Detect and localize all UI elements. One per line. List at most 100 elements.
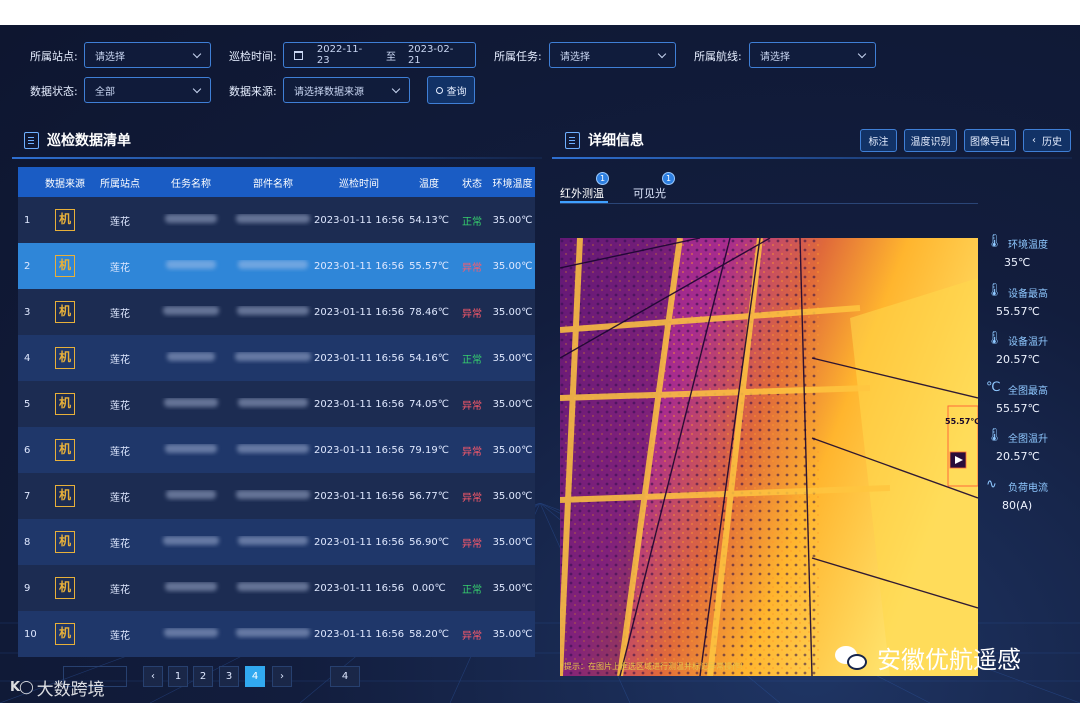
table-header: 数据来源 所属站点 任务名称 部件名称 巡检时间 温度 状态 环境温度 bbox=[18, 167, 535, 197]
task-name-cell bbox=[150, 490, 232, 502]
list-title: 巡检数据清单 bbox=[47, 133, 131, 149]
temperature-cell: 79.19℃ bbox=[409, 444, 449, 456]
table-row[interactable]: 3 机 莲花 2023-01-11 16:56:... 78.46℃ 异常 35.00℃ bbox=[18, 289, 535, 335]
table-row[interactable]: 4 机 莲花 2023-01-11 16:56:... 54.16℃ 正常 35.00℃ bbox=[18, 335, 535, 381]
status-cell: 异常 bbox=[462, 492, 482, 504]
chevron-left-icon: ‹ bbox=[151, 671, 155, 682]
table-row[interactable]: 9 机 莲花 2023-01-11 16:56:... 0.00℃ 正常 35.00℃ bbox=[18, 565, 535, 611]
redacted-text bbox=[164, 628, 218, 637]
drone-source-icon: 机 bbox=[55, 393, 75, 415]
status-cell: 正常 bbox=[462, 354, 482, 366]
tab-visible[interactable]: 可见光 bbox=[633, 185, 666, 201]
env-temp-cell: 35.00℃ bbox=[492, 260, 533, 272]
drone-source-icon: 机 bbox=[55, 301, 75, 323]
info-value: 20.57℃ bbox=[996, 450, 1040, 463]
redacted-text bbox=[236, 628, 310, 637]
info-value: 80(A) bbox=[1002, 498, 1033, 512]
page-button[interactable]: 1 bbox=[168, 666, 188, 687]
redacted-text bbox=[163, 536, 219, 545]
query-button[interactable]: 查询 bbox=[427, 76, 475, 104]
next-page-button[interactable]: › bbox=[272, 666, 292, 687]
table-row[interactable]: 10 机 莲花 2023-01-11 16:56:... 58.20℃ 异常 35.00℃ bbox=[18, 611, 535, 657]
task-name-cell bbox=[150, 582, 232, 594]
status-cell: 正常 bbox=[462, 584, 482, 596]
redacted-text bbox=[165, 582, 217, 591]
source-select[interactable]: 请选择数据来源 bbox=[283, 77, 410, 103]
table-row[interactable]: 8 机 莲花 2023-01-11 16:56:... 56.90℃ 异常 35.00℃ bbox=[18, 519, 535, 565]
column-header: 数据来源 bbox=[45, 178, 85, 190]
part-name-cell bbox=[232, 582, 314, 594]
date-start: 2022-11-23 bbox=[316, 44, 363, 66]
table-row[interactable]: 7 机 莲花 2023-01-11 16:56:... 56.77℃ 异常 35.00℃ bbox=[18, 473, 535, 519]
part-name-cell bbox=[232, 306, 314, 318]
inspection-time-cell: 2023-01-11 16:56:... bbox=[314, 398, 404, 410]
info-label: 全图温升 bbox=[1008, 434, 1048, 445]
prev-page-button[interactable]: ‹ bbox=[143, 666, 163, 687]
temperature-cell: 74.05℃ bbox=[409, 398, 449, 410]
history-button[interactable]: ‹ 历史 bbox=[1023, 129, 1071, 152]
inspection-time-cell: 2023-01-11 16:56:... bbox=[314, 306, 404, 318]
table-row[interactable]: 2 机 莲花 2023-01-11 16:56:... 55.57℃ 异常 35.00℃ bbox=[18, 243, 535, 289]
info-value: 20.57℃ bbox=[996, 353, 1040, 366]
drone-source-icon: 机 bbox=[55, 531, 75, 553]
goto-page-input[interactable]: 4 bbox=[330, 666, 360, 687]
row-index: 9 bbox=[24, 582, 31, 594]
drone-source-icon: 机 bbox=[55, 439, 75, 461]
history-button-label: 历史 bbox=[1042, 137, 1062, 148]
thermal-image[interactable]: 55.57℃ bbox=[560, 238, 978, 676]
status-cell: 异常 bbox=[462, 400, 482, 412]
page-button[interactable]: 2 bbox=[193, 666, 213, 687]
column-header: 所属站点 bbox=[100, 178, 140, 190]
part-name-cell bbox=[232, 536, 314, 548]
table-row[interactable]: 1 机 莲花 2023-01-11 16:56:... 54.13℃ 正常 35.00℃ bbox=[18, 197, 535, 243]
column-header: 温度 bbox=[419, 178, 439, 190]
task-name-cell bbox=[150, 628, 232, 640]
info-label: 负荷电流 bbox=[1008, 482, 1048, 494]
mark-button[interactable]: 标注 bbox=[860, 129, 897, 152]
info-label: 设备温升 bbox=[1008, 337, 1048, 348]
redacted-text bbox=[238, 398, 308, 407]
info-label: 设备最高 bbox=[1008, 288, 1048, 300]
inspection-time-cell: 2023-01-11 16:56:... bbox=[314, 444, 404, 456]
tab-infrared[interactable]: 红外测温 bbox=[560, 185, 604, 201]
app-window: 所属站点: 请选择 巡检时间: 2022-11-23 至 2023-02-21 … bbox=[0, 25, 1080, 703]
redacted-text bbox=[236, 214, 310, 223]
drone-source-icon: 机 bbox=[55, 347, 75, 369]
redacted-text bbox=[164, 398, 218, 407]
table-row[interactable]: 5 机 莲花 2023-01-11 16:56:... 74.05℃ 异常 35.00℃ bbox=[18, 381, 535, 427]
inspection-time-cell: 2023-01-11 16:56:... bbox=[314, 214, 404, 226]
task-select[interactable]: 请选择 bbox=[549, 42, 676, 68]
status-cell: 异常 bbox=[462, 262, 482, 274]
env-temp-cell: 35.00℃ bbox=[492, 490, 533, 502]
row-index: 7 bbox=[24, 490, 31, 502]
inspection-time-cell: 2023-01-11 16:56:... bbox=[314, 260, 404, 272]
query-button-label: 查询 bbox=[446, 86, 467, 98]
list-header-divider bbox=[12, 157, 542, 159]
temp-recognize-button[interactable]: 温度识别 bbox=[904, 129, 957, 152]
route-select[interactable]: 请选择 bbox=[749, 42, 876, 68]
temperature-cell: 56.90℃ bbox=[409, 536, 449, 548]
page-button[interactable]: 3 bbox=[219, 666, 239, 687]
part-name-cell bbox=[232, 444, 314, 456]
redacted-text bbox=[166, 260, 216, 269]
redacted-text bbox=[237, 306, 309, 315]
env-temp-cell: 35.00℃ bbox=[492, 398, 533, 410]
task-select-value: 请选择 bbox=[560, 51, 590, 63]
row-index: 1 bbox=[24, 214, 31, 226]
status-select[interactable]: 全部 bbox=[84, 77, 211, 103]
tab-visible-badge: 1 bbox=[662, 172, 675, 185]
date-separator: 至 bbox=[385, 51, 396, 63]
watermark-logo-icon: K◯ bbox=[10, 680, 34, 695]
redacted-text bbox=[235, 352, 311, 361]
table-row[interactable]: 6 机 莲花 2023-01-11 16:56:... 79.19℃ 异常 35.00℃ bbox=[18, 427, 535, 473]
station-select[interactable]: 请选择 bbox=[84, 42, 211, 68]
page-button-current[interactable]: 4 bbox=[245, 666, 265, 687]
temperature-cell: 58.20℃ bbox=[409, 628, 449, 640]
source-cell: 机 bbox=[40, 255, 90, 277]
date-range-picker[interactable]: 2022-11-23 至 2023-02-21 bbox=[283, 42, 476, 68]
task-name-cell bbox=[150, 536, 232, 548]
env-temp-cell: 35.00℃ bbox=[492, 306, 533, 318]
redacted-text bbox=[167, 352, 215, 361]
overlay-temperature: 55.57℃ bbox=[945, 417, 978, 426]
image-export-button[interactable]: 图像导出 bbox=[964, 129, 1016, 152]
